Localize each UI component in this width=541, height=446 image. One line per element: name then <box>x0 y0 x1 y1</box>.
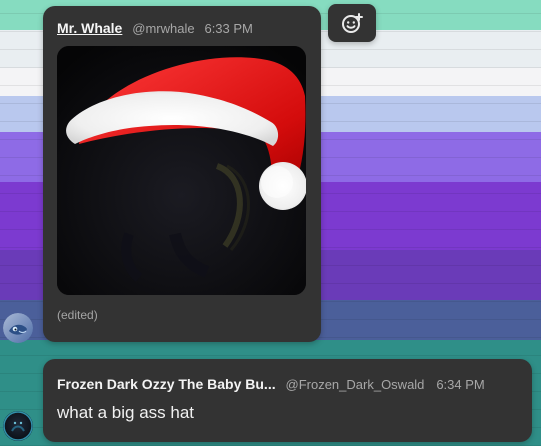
message-bubble-1: Mr. Whale @mrwhale 6:33 PM (edited) <box>43 6 321 342</box>
santa-hat-image <box>57 46 306 295</box>
sender-handle: @mrwhale <box>132 21 195 36</box>
add-reaction-button[interactable] <box>328 4 376 42</box>
dark-avatar-icon <box>3 411 33 441</box>
message-image[interactable] <box>57 46 306 295</box>
sender-handle: @Frozen_Dark_Oswald <box>285 377 425 392</box>
avatar-frozen-dark-oswald[interactable] <box>3 411 33 441</box>
whale-avatar-icon <box>3 313 33 343</box>
add-reaction-icon <box>342 13 363 33</box>
sender-name[interactable]: Frozen Dark Ozzy The Baby Bu... <box>57 376 276 392</box>
edited-indicator: (edited) <box>57 308 98 322</box>
avatar-mrwhale[interactable] <box>3 313 33 343</box>
message-time: 6:33 PM <box>204 21 253 36</box>
sender-name[interactable]: Mr. Whale <box>57 20 122 36</box>
message-bubble-2: Frozen Dark Ozzy The Baby Bu... @Frozen_… <box>43 359 532 442</box>
message-header: Mr. Whale @mrwhale 6:33 PM <box>57 20 253 36</box>
message-time: 6:34 PM <box>436 377 485 392</box>
message-text: what a big ass hat <box>57 403 195 422</box>
message-header: Frozen Dark Ozzy The Baby Bu... @Frozen_… <box>57 376 485 392</box>
